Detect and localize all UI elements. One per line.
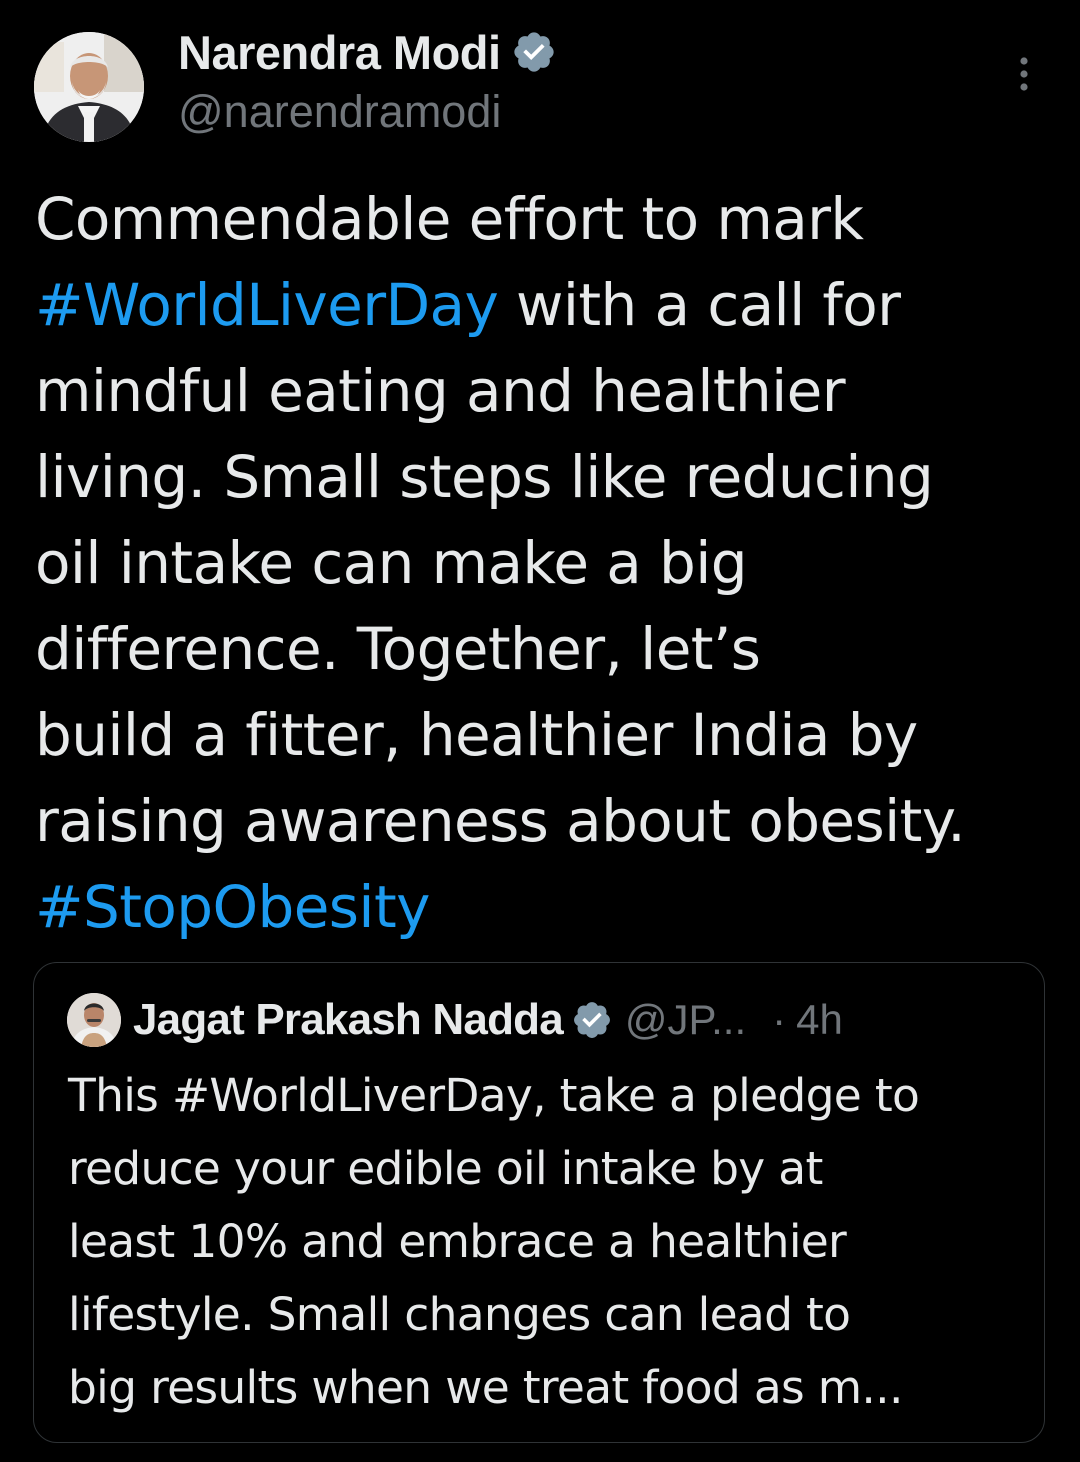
avatar-photo [34,32,144,142]
quoted-author-avatar[interactable] [67,993,121,1047]
quoted-timestamp[interactable]: 4h [796,996,843,1044]
tweet-text-segment: with a call for [498,271,901,339]
tweet-text-line: living. Small steps like reducing [35,434,1045,520]
tweet-text-segment: living. Small steps like reducing [35,443,934,511]
author-display-name[interactable]: Narendra Modi [178,25,501,80]
tweet-text-segment: mindful eating and healthier [35,357,846,425]
quoted-tweet-card[interactable]: Jagat Prakash Nadda @JP... · 4h This #Wo… [33,962,1045,1443]
quoted-tweet-header: Jagat Prakash Nadda @JP... · 4h [67,989,1017,1051]
quoted-text-line: reduce your edible oil intake by at [68,1142,823,1195]
quoted-author-name[interactable]: Jagat Prakash Nadda [133,995,564,1045]
tweet-text-line: #StopObesity [35,864,1045,950]
quoted-text-line: least 10% and embrace a healthier [68,1215,847,1268]
tweet-text-segment: Commendable effort to mark [35,185,864,253]
tweet-text-line: build a fitter, healthier India by [35,692,1045,778]
verified-badge-icon[interactable] [511,29,557,75]
tweet-text-segment: oil intake can make a big [35,529,748,597]
more-vertical-icon[interactable] [1004,52,1044,96]
hashtag-link[interactable]: #StopObesity [35,873,430,941]
author-name-row: Narendra Modi [178,22,557,82]
hashtag-link[interactable]: #WorldLiverDay [35,271,499,339]
tweet-text-line: mindful eating and healthier [35,348,1045,434]
tweet-text-line: raising awareness about obesity. [35,778,1045,864]
tweet-text-segment: build a fitter, healthier India by [35,701,918,769]
tweet-text-line: #WorldLiverDay with a call for [35,262,1045,348]
quoted-author-handle[interactable]: @JP... [625,996,746,1044]
tweet-text-line: oil intake can make a big [35,520,1045,606]
quoted-text-line: big results when we treat food as m... [68,1361,903,1414]
quoted-text-line: This #WorldLiverDay, take a pledge to [68,1069,920,1122]
quoted-text-line: lifestyle. Small changes can lead to [68,1288,851,1341]
author-avatar[interactable] [34,32,144,142]
quoted-tweet-body: This #WorldLiverDay, take a pledge to re… [68,1059,1028,1424]
quoted-avatar-photo [67,993,121,1047]
tweet-body: Commendable effort to mark #WorldLiverDay… [35,176,1045,950]
tweet-text-line: Commendable effort to mark [35,176,1045,262]
tweet-text-segment: raising awareness about obesity. [35,787,966,855]
quoted-time-separator: · [772,996,787,1043]
tweet-text-segment: difference. Together, let’s [35,615,761,683]
author-handle[interactable]: @narendramodi [178,86,501,138]
quoted-verified-badge-icon[interactable] [571,999,613,1041]
tweet-text-line: difference. Together, let’s [35,606,1045,692]
